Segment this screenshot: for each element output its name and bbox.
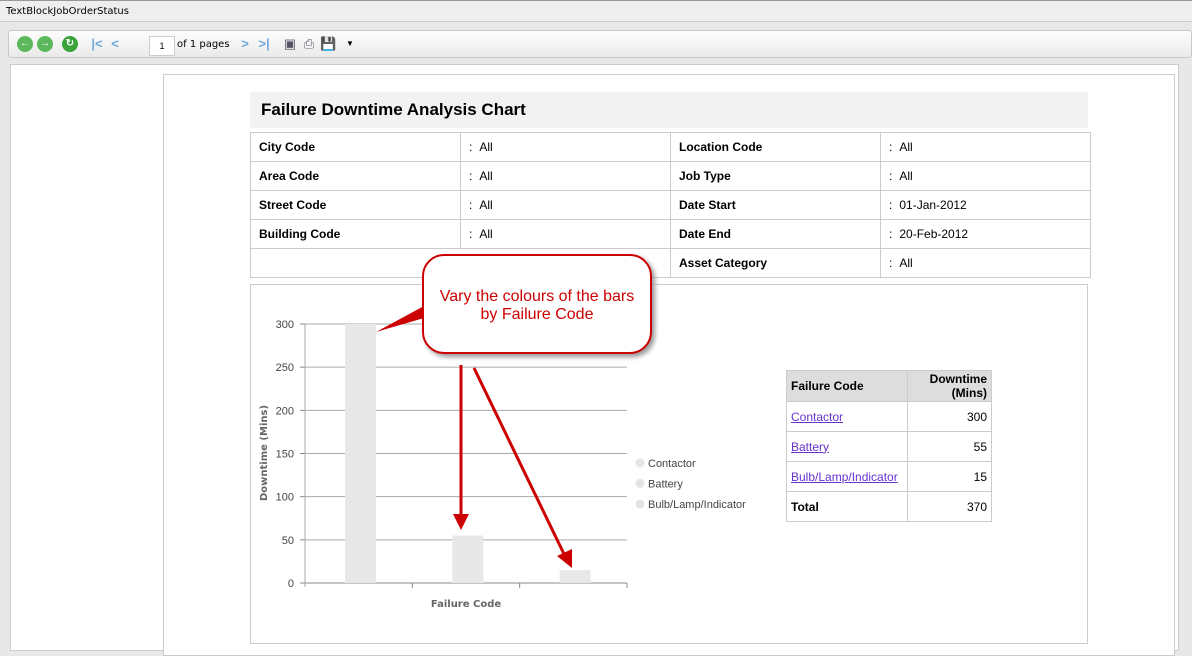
y-tick-label: 250 bbox=[276, 362, 294, 374]
summary-table: Failure Code Downtime (Mins) Contactor 300 B… bbox=[786, 370, 992, 522]
legend-marker bbox=[635, 458, 645, 468]
callout-line-2: by Failure Code bbox=[480, 306, 594, 323]
bar bbox=[452, 535, 484, 583]
total-value: 370 bbox=[907, 491, 992, 522]
legend-marker bbox=[635, 479, 645, 488]
total-row: Total 370 bbox=[786, 491, 992, 522]
legend-marker bbox=[635, 499, 645, 509]
y-tick-label: 300 bbox=[276, 319, 294, 331]
summary-row: Bulb/Lamp/Indicator 15 bbox=[786, 461, 992, 492]
y-tick-label: 200 bbox=[276, 405, 294, 417]
y-tick-label: 50 bbox=[282, 535, 294, 547]
legend-item: Bulb/Lamp/Indicator bbox=[648, 499, 746, 511]
failure-code-cell: Contactor bbox=[786, 401, 908, 432]
summary-row: Battery 55 bbox=[786, 431, 992, 462]
legend-item: Contactor bbox=[648, 458, 696, 470]
header-downtime-l1: Downtime bbox=[929, 372, 987, 386]
failure-code-link[interactable]: Contactor bbox=[791, 410, 843, 424]
header-downtime-l2: (Mins) bbox=[951, 386, 987, 400]
bar bbox=[345, 324, 376, 583]
y-axis-title: Downtime (Mins) bbox=[259, 405, 270, 501]
failure-code-link[interactable]: Bulb/Lamp/Indicator bbox=[791, 470, 898, 484]
header-failure-code: Failure Code bbox=[786, 370, 908, 402]
y-tick-label: 100 bbox=[276, 492, 294, 504]
failure-code-cell: Battery bbox=[786, 431, 908, 462]
y-tick-label: 0 bbox=[288, 578, 294, 590]
bar bbox=[559, 570, 591, 583]
total-label: Total bbox=[786, 491, 908, 522]
failure-code-cell: Bulb/Lamp/Indicator bbox=[786, 461, 908, 492]
legend-item: Battery bbox=[648, 479, 683, 491]
downtime-cell: 300 bbox=[907, 401, 992, 432]
summary-row: Contactor 300 bbox=[786, 401, 992, 432]
annotation-callout: Vary the colours of the bars by Failure C… bbox=[422, 254, 652, 354]
failure-code-link[interactable]: Battery bbox=[791, 440, 829, 454]
x-axis-title: Failure Code bbox=[431, 599, 502, 610]
y-tick-label: 150 bbox=[276, 449, 294, 461]
callout-line-1: Vary the colours of the bars bbox=[439, 288, 635, 305]
downtime-cell: 15 bbox=[907, 461, 992, 492]
downtime-cell: 55 bbox=[907, 431, 992, 462]
header-downtime: Downtime (Mins) bbox=[907, 370, 992, 402]
